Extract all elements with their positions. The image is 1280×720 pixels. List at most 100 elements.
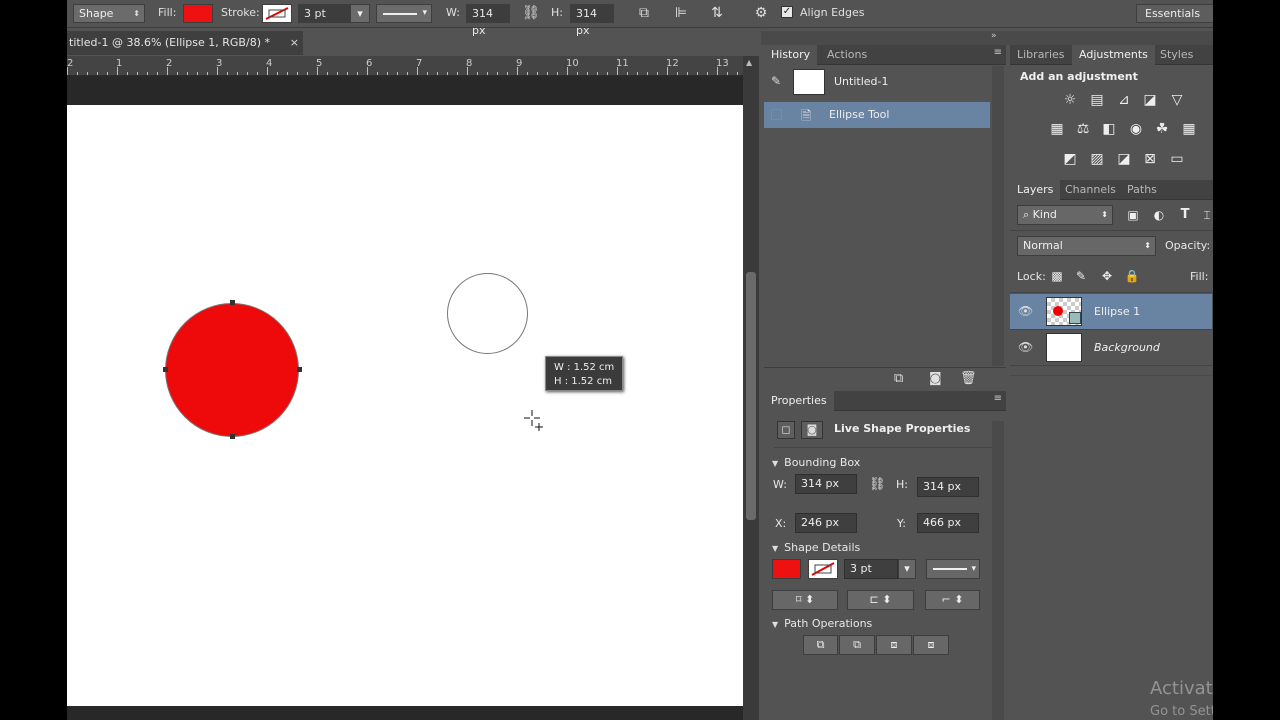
- link-icon[interactable]: ⛓: [869, 477, 886, 492]
- scrollbar-thumb[interactable]: [746, 272, 756, 520]
- lock-image-icon[interactable]: ✎: [1072, 268, 1090, 284]
- close-icon[interactable]: ×: [290, 31, 299, 55]
- selective-color-icon[interactable]: ⊠: [1141, 151, 1159, 167]
- subtract-shapes-button[interactable]: ⧉: [839, 635, 875, 655]
- panel-menu-icon[interactable]: ≡: [994, 393, 1002, 404]
- stroke-align-select[interactable]: ⌑ ⬍: [772, 590, 838, 610]
- anchor-point[interactable]: [230, 300, 235, 305]
- tab-properties[interactable]: Properties: [764, 391, 834, 411]
- width-field[interactable]: 314 px: [795, 474, 857, 494]
- exclude-shapes-button[interactable]: ⧈: [913, 635, 949, 655]
- invert-icon[interactable]: ◩: [1061, 151, 1079, 167]
- fill-swatch[interactable]: [772, 559, 801, 579]
- shape-mask-icon[interactable]: ◻: [777, 421, 795, 439]
- x-field[interactable]: 246 px: [795, 513, 857, 533]
- filter-type-icon[interactable]: T: [1176, 207, 1194, 223]
- filter-kind-select[interactable]: ⌕ Kind ⬍: [1017, 205, 1113, 225]
- new-document-from-state-icon[interactable]: ⧉: [894, 371, 903, 386]
- vibrance-icon[interactable]: ▽: [1168, 92, 1186, 108]
- tab-actions[interactable]: Actions: [820, 45, 874, 65]
- tab-layers[interactable]: Layers: [1010, 180, 1061, 200]
- lock-transparent-icon[interactable]: ▩: [1048, 268, 1066, 284]
- canvas-vertical-scrollbar[interactable]: ▲: [743, 56, 759, 720]
- shape-details-header[interactable]: ▼ Shape Details: [772, 541, 860, 554]
- history-brush-source-icon[interactable]: [771, 109, 782, 120]
- anchor-point[interactable]: [297, 367, 302, 372]
- exposure-icon[interactable]: ◪: [1141, 92, 1159, 108]
- stroke-width-dropdown[interactable]: ▾: [350, 4, 370, 23]
- layer-row[interactable]: 👁 Background: [1010, 330, 1212, 366]
- curves-icon[interactable]: ⊿: [1115, 92, 1133, 108]
- eye-icon[interactable]: 👁: [1018, 304, 1033, 318]
- panel-menu-icon[interactable]: ≡: [994, 47, 1002, 58]
- layer-row[interactable]: 👁 Ellipse 1: [1010, 294, 1212, 330]
- history-state-row[interactable]: 🗎 Ellipse Tool: [764, 102, 990, 128]
- lock-position-icon[interactable]: ✥: [1098, 268, 1116, 284]
- history-scrollbar[interactable]: [992, 66, 1004, 366]
- blend-mode-select[interactable]: Normal ⬍: [1017, 236, 1156, 256]
- document-canvas[interactable]: [67, 105, 743, 706]
- tab-styles[interactable]: Styles: [1153, 45, 1200, 65]
- path-operations-header[interactable]: ▼ Path Operations: [772, 617, 872, 630]
- anchor-point[interactable]: [230, 434, 235, 439]
- tab-channels[interactable]: Channels: [1058, 180, 1123, 200]
- camera-icon[interactable]: ◙: [929, 371, 942, 386]
- fill-swatch[interactable]: [183, 4, 213, 23]
- channel-mixer-icon[interactable]: ☘: [1153, 121, 1171, 137]
- bounding-box-header[interactable]: ▼ Bounding Box: [772, 456, 860, 469]
- intersect-shapes-button[interactable]: ⧈: [876, 635, 912, 655]
- properties-scrollbar[interactable]: [992, 421, 1004, 720]
- stroke-width-dropdown[interactable]: ▾: [898, 559, 916, 579]
- link-icon[interactable]: ⛓: [521, 4, 541, 23]
- tab-history[interactable]: History: [764, 45, 818, 65]
- width-label: W:: [446, 6, 460, 19]
- path-operations-icon[interactable]: ⧉: [634, 4, 654, 23]
- fill-label: Fill:: [1190, 270, 1209, 283]
- filter-shape-icon[interactable]: ⌶: [1198, 207, 1213, 223]
- lock-all-icon[interactable]: 🔒: [1123, 268, 1141, 284]
- filter-adjustment-icon[interactable]: ◐: [1150, 207, 1168, 223]
- scroll-up-icon[interactable]: ▲: [746, 58, 752, 67]
- height-field[interactable]: 314 px: [570, 4, 614, 37]
- anchor-point[interactable]: [163, 367, 168, 372]
- y-field[interactable]: 466 px: [917, 513, 979, 533]
- eye-icon[interactable]: 👁: [1018, 340, 1033, 354]
- stroke-caps-select[interactable]: ⊏ ⬍: [847, 590, 914, 610]
- collapse-panels-icon[interactable]: »: [991, 31, 997, 41]
- tab-libraries[interactable]: Libraries: [1010, 45, 1072, 65]
- threshold-icon[interactable]: ◪: [1115, 151, 1133, 167]
- stroke-width-field[interactable]: 3 pt: [844, 559, 898, 579]
- ruler-tick: [407, 72, 408, 75]
- path-arrangement-icon[interactable]: ⇅: [707, 4, 727, 23]
- gradient-map-icon[interactable]: ▭: [1168, 151, 1186, 167]
- document-tab[interactable]: titled-1 @ 38.6% (Ellipse 1, RGB/8) * ×: [67, 31, 303, 55]
- stroke-corners-select[interactable]: ⌐ ⬍: [925, 590, 980, 610]
- color-balance-icon[interactable]: ⚖: [1074, 121, 1092, 137]
- hue-saturation-icon[interactable]: ▦: [1048, 121, 1066, 137]
- filter-pixel-icon[interactable]: ▣: [1124, 207, 1142, 223]
- trash-icon[interactable]: 🗑: [960, 371, 977, 386]
- tool-mode-select[interactable]: Shape ⬍: [73, 4, 145, 23]
- history-snapshot-row[interactable]: ✎ Untitled-1: [764, 66, 990, 98]
- combine-shapes-button[interactable]: ⧉: [803, 635, 838, 655]
- stroke-type-select[interactable]: ▾: [926, 559, 980, 579]
- workspace-select[interactable]: Essentials: [1136, 4, 1213, 23]
- brightness-contrast-icon[interactable]: ☼: [1061, 92, 1079, 108]
- tab-paths[interactable]: Paths: [1120, 180, 1164, 200]
- black-white-icon[interactable]: ◧: [1100, 121, 1118, 137]
- stroke-swatch[interactable]: [262, 4, 292, 23]
- photo-filter-icon[interactable]: ◉: [1127, 121, 1145, 137]
- gear-icon[interactable]: ⚙: [751, 4, 771, 23]
- stroke-type-select[interactable]: ▾: [376, 4, 432, 23]
- height-field[interactable]: 314 px: [917, 477, 979, 497]
- stroke-swatch[interactable]: [808, 559, 838, 579]
- tab-adjustments[interactable]: Adjustments: [1072, 45, 1155, 65]
- ellipse-1-shape[interactable]: [165, 303, 299, 437]
- posterize-icon[interactable]: ▨: [1088, 151, 1106, 167]
- levels-icon[interactable]: ▤: [1088, 92, 1106, 108]
- width-field[interactable]: 314 px: [466, 4, 510, 37]
- path-alignment-icon[interactable]: ⊫: [671, 4, 691, 23]
- pixel-mask-icon[interactable]: ◙: [801, 421, 823, 439]
- align-edges-checkbox[interactable]: ✓: [781, 6, 793, 18]
- color-lookup-icon[interactable]: ▦: [1180, 121, 1198, 137]
